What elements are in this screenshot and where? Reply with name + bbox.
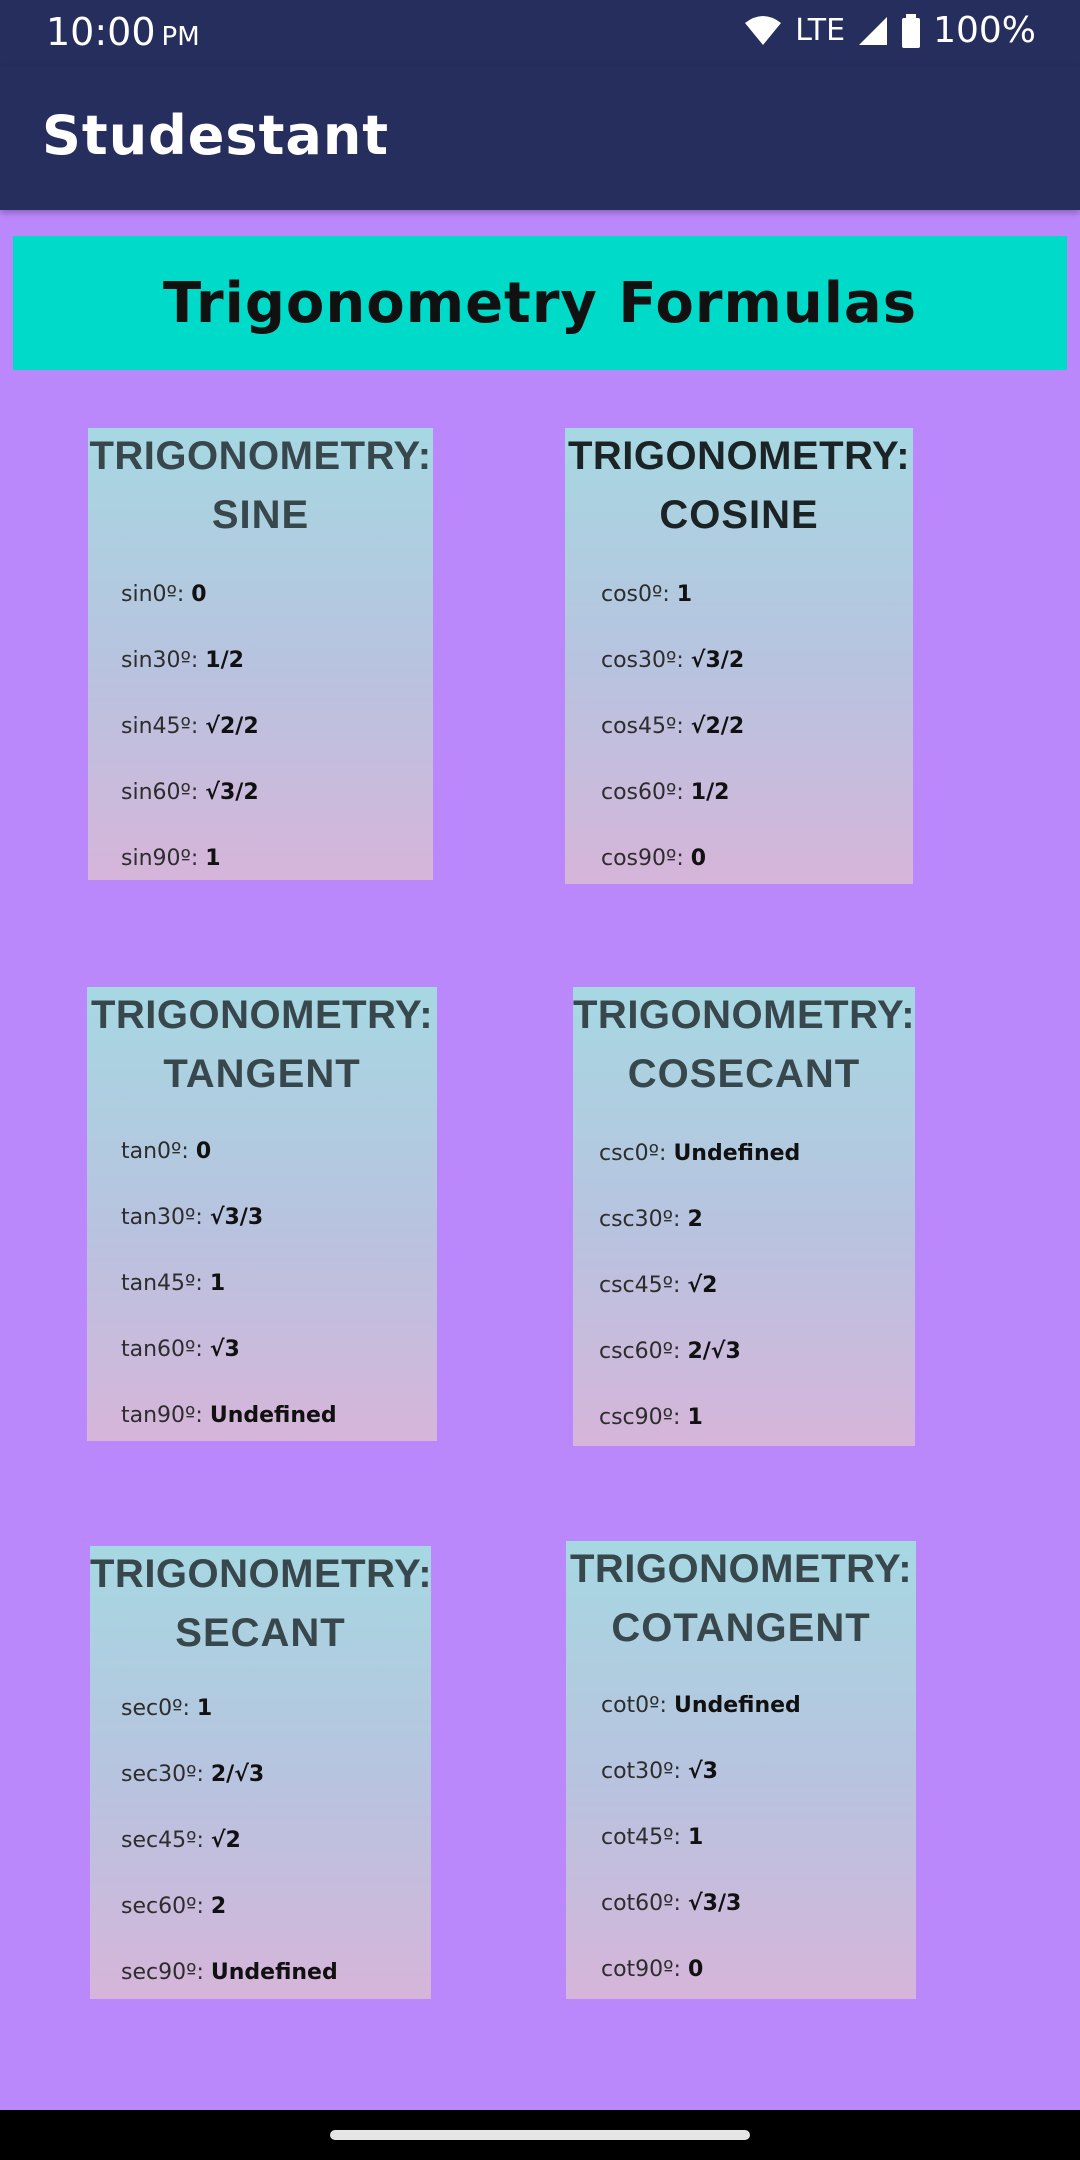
status-bar: 10:00 PM LTE 100% <box>0 0 1080 66</box>
card-heading-line1: TRIGONOMETRY: <box>90 1552 433 1596</box>
card-heading-line1: TRIGONOMETRY: <box>89 434 432 478</box>
formula-row: cot90º: 0 <box>601 1957 704 1982</box>
formula-row: sin90º: 1 <box>121 846 221 871</box>
formula-row: cot60º: √3/3 <box>601 1891 742 1916</box>
formula-row: sec30º: 2/√3 <box>121 1762 265 1787</box>
formula-row: tan45º: 1 <box>121 1271 226 1296</box>
tangent-card: TRIGONOMETRY: TANGENT tan0º: 0 tan30º: √… <box>87 987 437 1441</box>
formula-row: csc30º: 2 <box>599 1207 703 1232</box>
page-title: Trigonometry Formulas <box>162 270 918 336</box>
formula-row: tan0º: 0 <box>121 1139 212 1164</box>
formula-row: cot30º: √3 <box>601 1759 718 1784</box>
formula-row: tan60º: √3 <box>121 1337 240 1362</box>
status-time: 10:00 PM <box>46 10 200 54</box>
formula-row: csc0º: Undefined <box>599 1141 801 1166</box>
home-gesture-handle[interactable] <box>330 2130 750 2140</box>
card-heading-line1: TRIGONOMETRY: <box>90 993 434 1037</box>
card-heading-line2: SINE <box>211 493 310 537</box>
network-type: LTE <box>795 13 846 48</box>
sine-card: TRIGONOMETRY: SINE sin0º: 0 sin30º: 1/2 … <box>88 428 433 880</box>
formula-row: sin60º: √3/2 <box>121 780 259 805</box>
app-title: Studestant <box>42 104 390 167</box>
app-bar: Studestant <box>0 66 1080 210</box>
cosine-card: TRIGONOMETRY: COSINE cos0º: 1 cos30º: √3… <box>565 428 913 884</box>
formula-row: cos45º: √2/2 <box>601 714 745 739</box>
status-icons: LTE 100% <box>743 10 1036 51</box>
formula-row: cot0º: Undefined <box>601 1693 801 1718</box>
formula-row: tan90º: Undefined <box>121 1403 337 1428</box>
card-heading: TRIGONOMETRY: TANGENT <box>87 993 437 1097</box>
cotangent-card: TRIGONOMETRY: COTANGENT cot0º: Undefined… <box>566 1541 916 1999</box>
formula-row: sec45º: √2 <box>121 1828 241 1853</box>
card-heading-line2: COSECANT <box>627 1052 861 1096</box>
page-title-banner: Trigonometry Formulas <box>13 236 1067 370</box>
card-heading: TRIGONOMETRY: SECANT <box>90 1552 433 1656</box>
cosecant-card: TRIGONOMETRY: COSECANT csc0º: Undefined … <box>573 987 915 1446</box>
secant-card: TRIGONOMETRY: SECANT sec0º: 1 sec30º: 2/… <box>90 1546 433 1999</box>
card-heading-line2: SECANT <box>175 1611 346 1655</box>
formula-row: cos0º: 1 <box>601 582 693 607</box>
card-heading: TRIGONOMETRY: COTANGENT <box>566 1547 916 1651</box>
battery-icon <box>902 13 921 48</box>
formula-row: sec60º: 2 <box>121 1894 227 1919</box>
formula-row: csc45º: √2 <box>599 1273 718 1298</box>
card-heading: TRIGONOMETRY: SINE <box>88 434 433 538</box>
card-heading-line1: TRIGONOMETRY: <box>573 993 916 1037</box>
cell-signal-icon <box>859 16 888 45</box>
formula-row: cos90º: 0 <box>601 846 707 871</box>
card-heading-line2: TANGENT <box>163 1052 361 1096</box>
card-heading-line1: TRIGONOMETRY: <box>569 1547 913 1591</box>
system-nav-bar <box>0 2110 1080 2160</box>
card-heading-line2: COTANGENT <box>611 1606 871 1650</box>
formula-row: cos60º: 1/2 <box>601 780 730 805</box>
wifi-icon <box>745 15 782 45</box>
formula-row: cos30º: √3/2 <box>601 648 745 673</box>
card-heading-line2: COSINE <box>659 493 819 537</box>
formula-row: sin45º: √2/2 <box>121 714 259 739</box>
card-heading-line1: TRIGONOMETRY: <box>567 434 911 478</box>
formula-row: csc60º: 2/√3 <box>599 1339 741 1364</box>
card-heading: TRIGONOMETRY: COSECANT <box>573 993 915 1097</box>
formula-row: tan30º: √3/3 <box>121 1205 264 1230</box>
battery-percent: 100% <box>933 10 1036 51</box>
formula-row: csc90º: 1 <box>599 1405 703 1430</box>
formula-row: sin0º: 0 <box>121 582 207 607</box>
formula-row: cot45º: 1 <box>601 1825 704 1850</box>
formula-row: sec90º: Undefined <box>121 1960 338 1985</box>
card-heading: TRIGONOMETRY: COSINE <box>565 434 913 538</box>
formula-row: sec0º: 1 <box>121 1696 213 1721</box>
formula-row: sin30º: 1/2 <box>121 648 244 673</box>
